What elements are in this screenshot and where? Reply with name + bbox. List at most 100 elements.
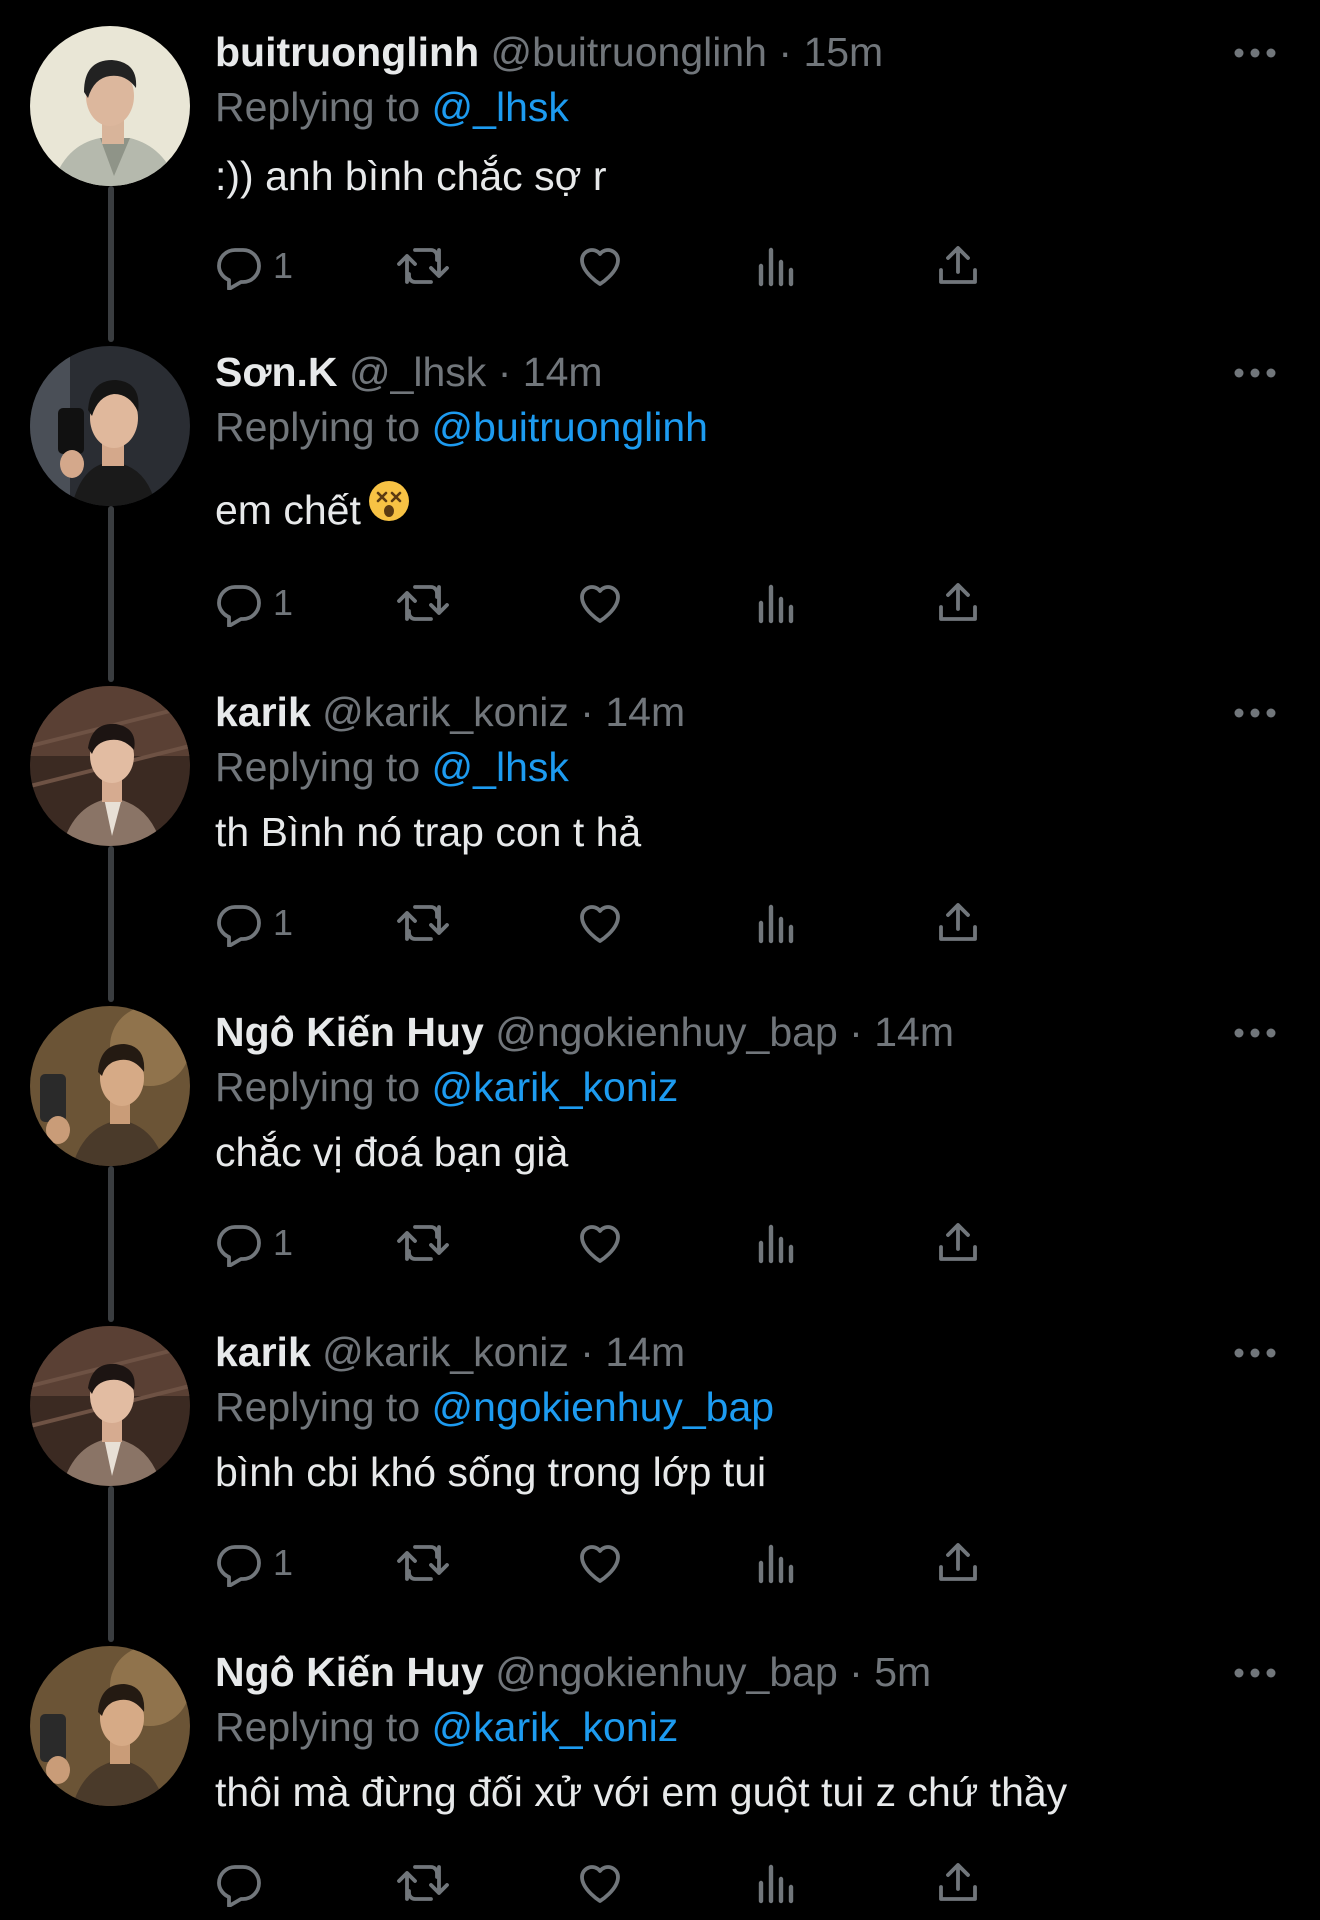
heart-icon bbox=[580, 1545, 620, 1583]
retweet-button[interactable] bbox=[395, 236, 451, 296]
tweet-header: Sơn.K @_lhsk · 14m bbox=[215, 345, 603, 399]
retweet-icon bbox=[397, 1545, 449, 1581]
reply-button[interactable] bbox=[215, 1853, 273, 1913]
reply-count: 1 bbox=[273, 245, 294, 286]
heart-icon bbox=[580, 585, 620, 623]
user-handle[interactable]: @karik_koniz bbox=[322, 1329, 569, 1375]
user-handle[interactable]: @ngokienhuy_bap bbox=[495, 1009, 838, 1055]
replying-to-label: Replying to bbox=[215, 744, 421, 790]
tweet-actions: 1 bbox=[215, 236, 1175, 296]
display-name[interactable]: Ngô Kiến Huy bbox=[215, 1649, 484, 1695]
share-button[interactable] bbox=[935, 573, 981, 633]
reply-button[interactable]: 1 bbox=[215, 1533, 293, 1593]
timestamp[interactable]: 14m bbox=[605, 689, 685, 735]
retweet-button[interactable] bbox=[395, 573, 451, 633]
display-name[interactable]: Ngô Kiến Huy bbox=[215, 1009, 484, 1055]
tweet-header: buitruonglinh @buitruonglinh · 15m bbox=[215, 25, 883, 79]
tweet-actions: 1 bbox=[215, 893, 1175, 953]
heart-icon bbox=[580, 248, 620, 286]
replying-to-mention[interactable]: @buitruonglinh bbox=[432, 404, 708, 450]
user-handle[interactable]: @buitruonglinh bbox=[491, 29, 767, 75]
share-button[interactable] bbox=[935, 1533, 981, 1593]
timestamp[interactable]: 5m bbox=[874, 1649, 931, 1695]
replying-to-mention[interactable]: @karik_koniz bbox=[432, 1064, 679, 1110]
more-icon[interactable] bbox=[1232, 1343, 1278, 1363]
like-button[interactable] bbox=[575, 573, 625, 633]
views-button[interactable] bbox=[755, 236, 799, 296]
replying-to-mention[interactable]: @ngokienhuy_bap bbox=[432, 1384, 775, 1430]
retweet-button[interactable] bbox=[395, 1213, 451, 1273]
retweet-button[interactable] bbox=[395, 1853, 451, 1913]
timestamp[interactable]: 14m bbox=[605, 1329, 685, 1375]
replying-to-line: Replying to @buitruonglinh bbox=[215, 400, 708, 454]
tweet-text: chắc vị đoá bạn già bbox=[215, 1129, 569, 1175]
retweet-button[interactable] bbox=[395, 893, 451, 953]
replying-to-label: Replying to bbox=[215, 1384, 421, 1430]
more-icon[interactable] bbox=[1232, 43, 1278, 63]
user-handle[interactable]: @_lhsk bbox=[349, 349, 486, 395]
separator-dot: · bbox=[580, 689, 594, 735]
views-button[interactable] bbox=[755, 1213, 799, 1273]
user-handle[interactable]: @karik_koniz bbox=[322, 689, 569, 735]
tweet: Sơn.K @_lhsk · 14m Replying to @buitruon… bbox=[0, 320, 1320, 660]
display-name[interactable]: karik bbox=[215, 1329, 311, 1375]
tweet-actions: 1 bbox=[215, 1533, 1175, 1593]
share-button[interactable] bbox=[935, 1853, 981, 1913]
more-icon[interactable] bbox=[1232, 1663, 1278, 1683]
avatar[interactable] bbox=[30, 26, 190, 186]
more-icon[interactable] bbox=[1232, 1023, 1278, 1043]
tweet-text: thôi mà đừng đối xử với em guột tui z ch… bbox=[215, 1769, 1068, 1815]
replying-to-mention[interactable]: @_lhsk bbox=[432, 744, 569, 790]
share-button[interactable] bbox=[935, 1213, 981, 1273]
retweet-button[interactable] bbox=[395, 1533, 451, 1593]
like-button[interactable] bbox=[575, 1213, 625, 1273]
avatar[interactable] bbox=[30, 686, 190, 846]
timestamp[interactable]: 14m bbox=[874, 1009, 954, 1055]
heart-icon bbox=[580, 1225, 620, 1263]
views-button[interactable] bbox=[755, 573, 799, 633]
reply-button[interactable]: 1 bbox=[215, 236, 293, 296]
avatar[interactable] bbox=[30, 1326, 190, 1486]
avatar[interactable] bbox=[30, 346, 190, 506]
tweet-text: th Bình nó trap con t hả bbox=[215, 809, 642, 855]
retweet-icon bbox=[397, 1865, 449, 1901]
retweet-icon bbox=[397, 905, 449, 941]
timestamp[interactable]: 14m bbox=[523, 349, 603, 395]
display-name[interactable]: karik bbox=[215, 689, 311, 735]
views-button[interactable] bbox=[755, 1533, 799, 1593]
display-name[interactable]: Sơn.K bbox=[215, 349, 338, 395]
tweet: buitruonglinh @buitruonglinh · 15m Reply… bbox=[0, 0, 1320, 320]
reply-count: 1 bbox=[273, 582, 294, 623]
views-icon bbox=[758, 584, 794, 624]
reply-button[interactable]: 1 bbox=[215, 573, 293, 633]
tweet-actions bbox=[215, 1853, 1175, 1913]
views-button[interactable] bbox=[755, 893, 799, 953]
user-handle[interactable]: @ngokienhuy_bap bbox=[495, 1649, 838, 1695]
avatar[interactable] bbox=[30, 1006, 190, 1166]
separator-dot: · bbox=[849, 1009, 863, 1055]
heart-icon bbox=[580, 1865, 620, 1903]
replying-to-mention[interactable]: @_lhsk bbox=[432, 84, 569, 130]
replying-to-line: Replying to @_lhsk bbox=[215, 740, 569, 794]
views-button[interactable] bbox=[755, 1853, 799, 1913]
reply-button[interactable]: 1 bbox=[215, 1213, 293, 1273]
more-icon[interactable] bbox=[1232, 703, 1278, 723]
like-button[interactable] bbox=[575, 893, 625, 953]
avatar[interactable] bbox=[30, 1646, 190, 1806]
dizzy-face-emoji bbox=[367, 479, 411, 539]
timestamp[interactable]: 15m bbox=[803, 29, 883, 75]
tweet-text: em chết bbox=[215, 487, 361, 533]
more-icon[interactable] bbox=[1232, 363, 1278, 383]
like-button[interactable] bbox=[575, 1853, 625, 1913]
share-icon bbox=[939, 903, 977, 941]
replying-to-label: Replying to bbox=[215, 1064, 421, 1110]
tweet-text-line: em chết bbox=[215, 480, 411, 540]
share-button[interactable] bbox=[935, 236, 981, 296]
share-button[interactable] bbox=[935, 893, 981, 953]
reply-icon bbox=[217, 905, 261, 947]
display-name[interactable]: buitruonglinh bbox=[215, 29, 479, 75]
replying-to-mention[interactable]: @karik_koniz bbox=[432, 1704, 679, 1750]
like-button[interactable] bbox=[575, 1533, 625, 1593]
like-button[interactable] bbox=[575, 236, 625, 296]
reply-button[interactable]: 1 bbox=[215, 893, 293, 953]
